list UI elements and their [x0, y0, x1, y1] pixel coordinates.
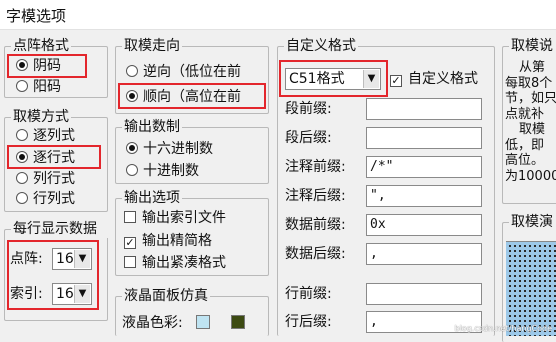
radio-dot[interactable] — [126, 65, 138, 77]
lcd-color-label: 液晶色彩: — [122, 315, 183, 331]
comment-prefix-label: 注释前缀: — [285, 159, 346, 175]
data-suffix-label: 数据后缀: — [285, 246, 346, 262]
group-explanation-title: 取模说 — [509, 37, 556, 55]
group-custom-format-title: 自定义格式 — [284, 37, 358, 55]
highlight-yinma — [7, 54, 87, 78]
comment-suffix-label: 注释后缀: — [285, 188, 346, 204]
check-icon[interactable]: ✓ — [124, 237, 136, 249]
checkbox-compact[interactable]: ✓ 输出精简格 — [124, 232, 266, 250]
seg-suffix-label: 段后缀: — [285, 130, 332, 146]
line-suffix-label: 行后缀: — [285, 314, 332, 330]
radio-dot[interactable] — [126, 164, 138, 176]
group-scan-mode-title: 取模方式 — [11, 108, 71, 126]
explanation-text: 从第 每取8个 节，如只 点就补 取模 低，即 高位。 为10000 — [505, 60, 556, 184]
radio-column-scan[interactable]: 逐列式 — [16, 127, 75, 145]
radio-row-column[interactable]: 行列式 — [16, 190, 75, 208]
radio-reverse[interactable]: 逆向（低位在前 — [126, 63, 266, 81]
data-prefix-label: 数据前缀: — [285, 217, 346, 233]
highlight-row-scan — [7, 145, 101, 169]
dot-matrix-preview — [506, 241, 556, 336]
group-dot-format-title: 点阵格式 — [11, 37, 71, 55]
group-preview-title: 取模演 — [509, 213, 556, 231]
radio-dot[interactable] — [126, 142, 138, 154]
radio-decimal[interactable]: 十进制数 — [126, 162, 199, 180]
checkbox-box[interactable] — [124, 211, 136, 223]
radio-dot[interactable] — [16, 129, 28, 141]
group-radix-title: 输出数制 — [122, 118, 182, 136]
watermark: blog.csdn.net/hangCode — [454, 324, 553, 333]
checkbox-tight[interactable]: 输出紧凑格式 — [124, 254, 266, 272]
title-bar: 字模选项 — [0, 0, 556, 30]
data-prefix-input[interactable]: 0x — [366, 214, 482, 236]
seg-prefix-label: 段前缀: — [285, 101, 332, 117]
comment-suffix-input[interactable]: ", — [366, 185, 482, 207]
radio-yangma[interactable]: 阳码 — [16, 78, 61, 96]
radio-dot[interactable] — [16, 80, 28, 92]
highlight-per-row — [7, 240, 99, 310]
highlight-forward — [118, 83, 266, 109]
checkbox-custom-format[interactable]: ✓ 自定义格式 — [390, 70, 492, 88]
lcd-foreground-swatch[interactable] — [231, 315, 245, 329]
lcd-background-swatch[interactable] — [196, 315, 210, 329]
checkbox-index-file[interactable]: 输出索引文件 — [124, 209, 266, 227]
seg-prefix-input[interactable] — [366, 98, 482, 120]
line-prefix-input[interactable] — [366, 283, 482, 305]
comment-prefix-input[interactable]: /*" — [366, 156, 482, 178]
radio-column-row[interactable]: 列行式 — [16, 170, 75, 188]
highlight-format-select — [279, 60, 388, 97]
seg-suffix-input[interactable] — [366, 127, 482, 149]
radio-hex[interactable]: 十六进制数 — [126, 140, 213, 158]
checkbox-box[interactable] — [124, 256, 136, 268]
group-per-row-title: 每行显示数据 — [11, 220, 109, 238]
radio-dot[interactable] — [16, 192, 28, 204]
line-prefix-label: 行前缀: — [285, 286, 332, 302]
check-icon[interactable]: ✓ — [390, 75, 402, 87]
window-title: 字模选项 — [6, 7, 67, 25]
radio-dot[interactable] — [16, 172, 28, 184]
group-lcd-title: 液晶面板仿真 — [122, 287, 210, 305]
group-direction-title: 取模走向 — [122, 37, 182, 55]
group-output-options-title: 输出选项 — [122, 189, 182, 207]
data-suffix-input[interactable]: , — [366, 243, 482, 265]
